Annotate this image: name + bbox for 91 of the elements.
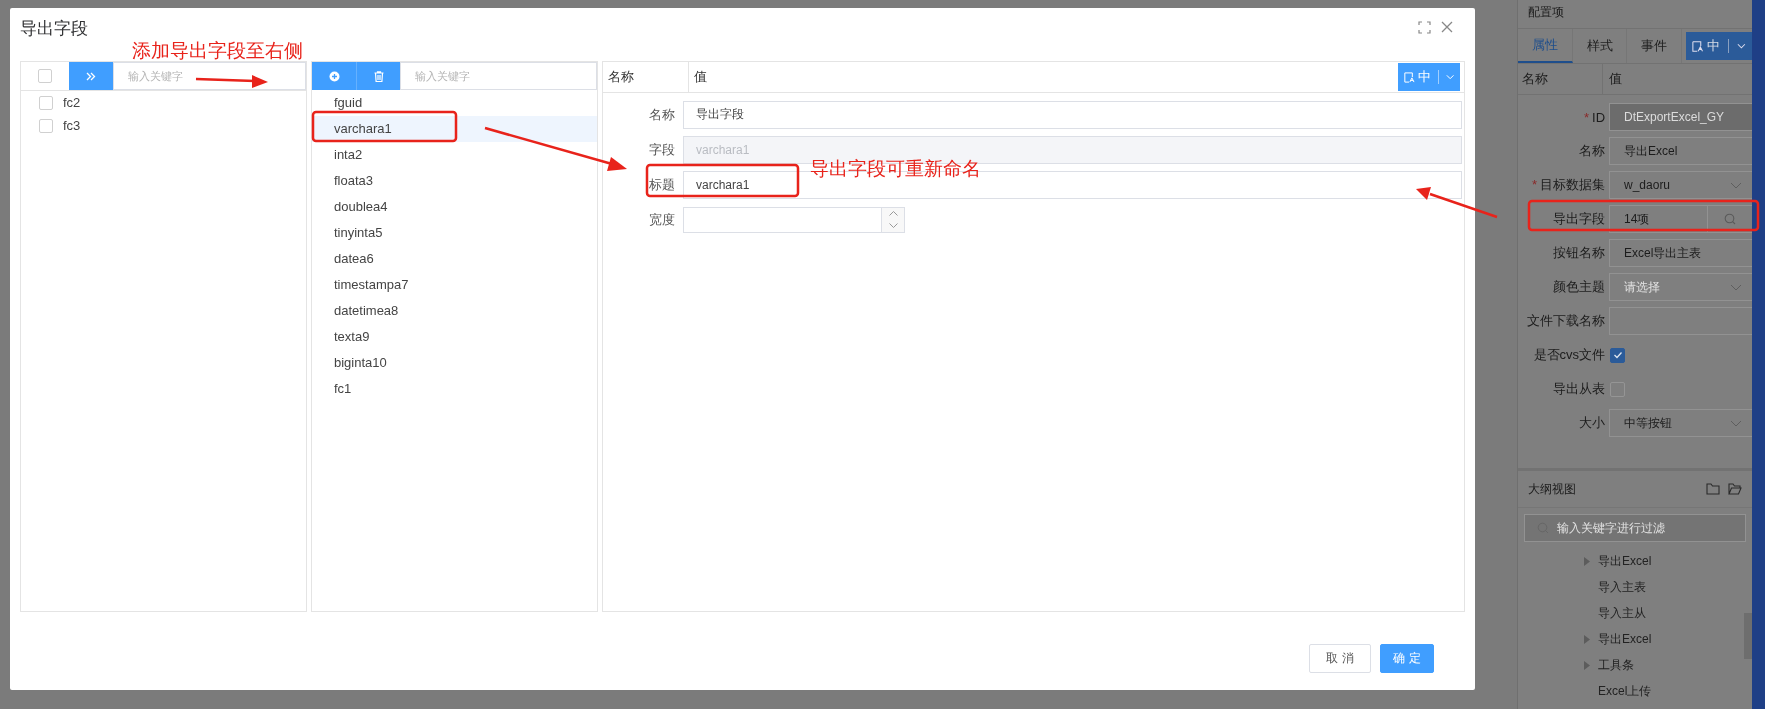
select-field[interactable]: 中等按钮: [1609, 409, 1752, 437]
language-button[interactable]: 中: [1686, 32, 1753, 60]
list-item[interactable]: fc1: [312, 376, 597, 402]
trash-icon: [373, 70, 384, 82]
list-item[interactable]: doublea4: [312, 194, 597, 220]
list-item[interactable]: timestampa7: [312, 272, 597, 298]
search-field[interactable]: 输入关键字: [113, 62, 306, 90]
field-name: fc2: [63, 95, 81, 110]
add-button[interactable]: [69, 62, 113, 90]
checkbox[interactable]: [1610, 347, 1625, 363]
tree-item[interactable]: 导入主从: [1598, 604, 1646, 622]
tree-item[interactable]: 导出Excel: [1598, 552, 1652, 570]
check-icon: [1611, 349, 1624, 361]
plus-circle-icon: [328, 70, 340, 82]
double-chevron-right-icon: [86, 71, 96, 81]
add-button[interactable]: [312, 62, 356, 90]
list-item[interactable]: inta2: [312, 142, 597, 168]
tab[interactable]: 事件: [1627, 29, 1683, 63]
annotation-text: 添加导出字段至右侧: [132, 39, 303, 63]
column-header: 名称: [603, 62, 689, 92]
list-item[interactable]: biginta10: [312, 350, 597, 376]
column-header: 名称: [1518, 64, 1603, 94]
property-label: 导出字段: [1553, 211, 1605, 226]
list-item[interactable]: datea6: [312, 246, 597, 272]
search-field[interactable]: 输入关键字进行过滤: [1524, 514, 1746, 542]
caret-right-icon[interactable]: [1584, 634, 1590, 644]
caret-right-icon[interactable]: [1584, 660, 1590, 670]
fullscreen-icon[interactable]: [1418, 21, 1431, 34]
tree-item[interactable]: 导出Excel: [1598, 630, 1652, 648]
search-icon[interactable]: [1724, 213, 1736, 225]
list-item[interactable]: fguid: [312, 90, 597, 116]
tree-item[interactable]: 导入主表: [1598, 578, 1646, 596]
form-label: 标题: [648, 175, 676, 194]
list-item[interactable]: tinyinta5: [312, 220, 597, 246]
required-mark: *: [1583, 109, 1589, 125]
property-label: 目标数据集: [1540, 177, 1605, 192]
input-field[interactable]: [1609, 307, 1752, 335]
dialog-title: 导出字段: [20, 18, 88, 40]
chevron-down-icon: [1445, 74, 1454, 80]
list-item[interactable]: varchara1: [312, 116, 597, 142]
input-field[interactable]: 导出字段: [683, 100, 1462, 129]
search-field[interactable]: 14项: [1609, 205, 1752, 233]
property-label: 大小: [1579, 415, 1605, 430]
input-field[interactable]: 导出Excel: [1609, 137, 1752, 165]
form-label: 宽度: [648, 210, 676, 229]
chevron-down-icon[interactable]: [888, 223, 898, 228]
form-label: 名称: [648, 105, 676, 124]
tab[interactable]: 样式: [1572, 29, 1628, 63]
property-label: 名称: [1579, 143, 1605, 158]
list-item[interactable]: texta9: [312, 324, 597, 350]
number-field[interactable]: [683, 206, 905, 233]
input-field[interactable]: Excel导出主表: [1609, 239, 1752, 267]
language-icon: [1692, 39, 1704, 53]
form-label: 字段: [648, 140, 676, 159]
property-label: ID: [1592, 109, 1605, 125]
column-header: 值: [1608, 70, 1622, 88]
property-label: 颜色主题: [1553, 279, 1605, 294]
column-header: 值: [693, 68, 707, 86]
chevron-down-icon: [1730, 419, 1742, 427]
caret-right-icon[interactable]: [1584, 556, 1590, 566]
delete-button[interactable]: [356, 62, 400, 90]
chevron-down-icon: [1730, 181, 1742, 189]
field-name: fc3: [63, 118, 81, 133]
close-icon[interactable]: [1441, 21, 1453, 33]
field-value: 14项: [1624, 210, 1650, 228]
section-title: 大纲视图: [1528, 480, 1576, 498]
language-icon: [1404, 70, 1415, 84]
chevron-down-icon: [1730, 283, 1742, 291]
cancel-button[interactable]: 取 消: [1309, 644, 1371, 673]
tree-item[interactable]: Excel上传: [1598, 682, 1652, 700]
select-value: 中等按钮: [1624, 414, 1672, 432]
chevron-down-icon: [1737, 43, 1747, 49]
tree-item[interactable]: 工具条: [1598, 656, 1634, 674]
property-label: 是否cvs文件: [1533, 347, 1605, 362]
list-item[interactable]: datetimea8: [312, 298, 597, 324]
property-label: 导出从表: [1553, 381, 1605, 396]
language-button[interactable]: 中: [1398, 63, 1460, 91]
confirm-button[interactable]: 确 定: [1380, 644, 1434, 673]
search-field[interactable]: 输入关键字: [400, 62, 597, 90]
chevron-up-icon[interactable]: [888, 211, 898, 216]
select-value: w_daoru: [1624, 178, 1671, 192]
folder-icon[interactable]: [1706, 483, 1720, 495]
open-folder-icon[interactable]: [1728, 483, 1742, 495]
required-mark: *: [1531, 177, 1537, 192]
property-label: 文件下载名称: [1527, 313, 1605, 328]
list-item[interactable]: floata3: [312, 168, 597, 194]
select-placeholder: 请选择: [1624, 278, 1660, 296]
property-label: 按钮名称: [1553, 245, 1605, 260]
select-field[interactable]: w_daoru: [1609, 171, 1752, 199]
scrollbar[interactable]: [1744, 613, 1752, 659]
select-field[interactable]: 请选择: [1609, 273, 1752, 301]
